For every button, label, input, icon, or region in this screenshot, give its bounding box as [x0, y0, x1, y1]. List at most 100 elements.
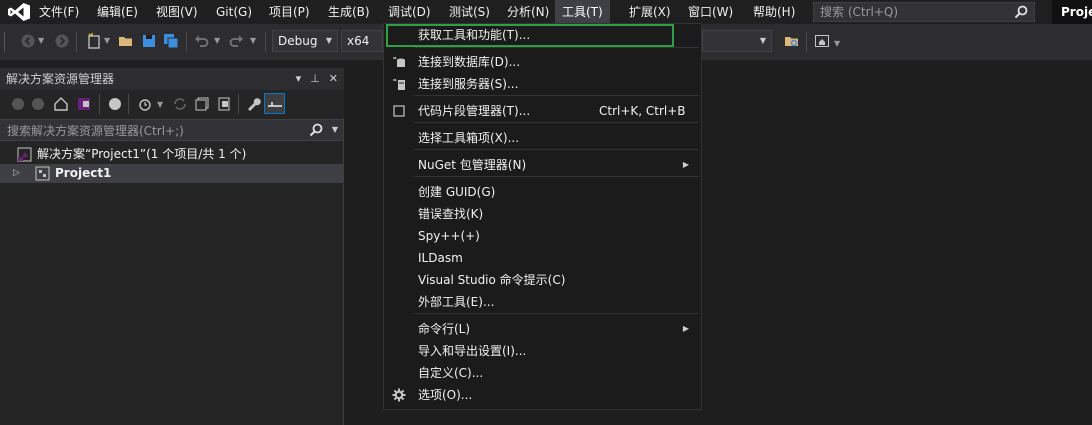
tools-menu-item-15[interactable]: 选项(O)... — [384, 384, 701, 406]
tools-menu-item-11[interactable]: 外部工具(E)... — [384, 291, 701, 313]
menu-item-7[interactable]: 测试(S) — [442, 0, 497, 24]
solution-explorer-toolbar: ▼ — [0, 90, 344, 118]
gear-icon — [392, 388, 406, 402]
search-box[interactable]: 搜索 (Ctrl+Q) — [813, 2, 1035, 22]
menu-separator — [414, 176, 699, 177]
menu-separator — [414, 95, 699, 96]
expand-arrow-icon[interactable]: ▷ — [13, 164, 20, 183]
tools-menu-item-7[interactable]: 错误查找(K) — [384, 203, 701, 225]
find-in-files-icon[interactable] — [784, 33, 800, 49]
menu-item-3[interactable]: Git(G) — [209, 0, 259, 24]
menu-item-9[interactable]: 工具(T) — [555, 0, 610, 24]
save-icon[interactable] — [141, 33, 157, 49]
tools-menu-item-2[interactable]: 连接到服务器(S)... — [384, 73, 701, 95]
tools-menu-item-9[interactable]: ILDasm — [384, 247, 701, 269]
redo-caret[interactable]: ▼ — [250, 36, 256, 45]
solution-platform-dropdown[interactable]: x64 — [341, 30, 383, 52]
submenu-arrow-icon: ▶ — [682, 160, 689, 169]
solution-configuration-dropdown[interactable]: Debug ▼ — [272, 30, 338, 52]
project-label: Project1 — [55, 166, 112, 180]
solution-explorer-search[interactable]: 搜索解决方案资源管理器(Ctrl+;) ▼ — [0, 119, 343, 141]
platform-value: x64 — [347, 34, 370, 48]
menu-item-6[interactable]: 调试(D) — [381, 0, 438, 24]
tree-row-solution[interactable]: 解决方案“Project1”(1 个项目/共 1 个) — [0, 145, 343, 164]
tools-menu-item-6[interactable]: 创建 GUID(G) — [384, 181, 701, 203]
tools-menu-item-12[interactable]: 命令行(L) ▶ — [384, 318, 701, 340]
tools-menu-item-8[interactable]: Spy++(+) — [384, 225, 701, 247]
redo-icon[interactable] — [228, 33, 244, 49]
search-icon[interactable] — [309, 123, 323, 137]
search-icon — [1014, 5, 1028, 19]
tools-menu-item-3[interactable]: 代码片段管理器(T)... Ctrl+K, Ctrl+B — [384, 100, 701, 122]
toolbar-separator — [99, 94, 100, 114]
startup-item-dropdown[interactable]: ▼ — [702, 30, 772, 52]
tools-menu-item-13[interactable]: 导入和导出设置(I)... — [384, 340, 701, 362]
menu-item-label: ILDasm — [418, 251, 463, 265]
solution-label: 解决方案“Project1”(1 个项目/共 1 个) — [37, 147, 247, 161]
navigate-back-icon[interactable] — [20, 33, 36, 49]
undo-icon[interactable] — [194, 33, 210, 49]
tools-menu-item-1[interactable]: 连接到数据库(D)... — [384, 51, 701, 73]
visual-studio-logo-icon[interactable] — [8, 3, 30, 21]
properties-wrench-icon[interactable] — [245, 96, 261, 112]
solution-explorer-titlebar[interactable]: 解决方案资源管理器 ▾ ⊥ ✕ — [0, 68, 344, 90]
auto-hide-pin-icon[interactable]: ⊥ — [310, 68, 320, 90]
undo-caret[interactable]: ▼ — [214, 36, 220, 45]
cpp-project-icon — [35, 166, 50, 181]
search-placeholder: 搜索解决方案资源管理器(Ctrl+;) — [7, 124, 184, 138]
pending-changes-filter-icon[interactable] — [137, 96, 153, 112]
save-all-icon[interactable] — [163, 33, 179, 49]
show-all-files-icon[interactable] — [216, 96, 232, 112]
window-position-dropdown-icon[interactable]: ▾ — [296, 68, 302, 90]
tree-row-project[interactable]: ▷ Project1 — [0, 164, 343, 183]
back-dropdown-caret[interactable]: ▼ — [38, 36, 44, 45]
menu-item-label: Spy++(+) — [418, 229, 480, 243]
open-folder-icon[interactable] — [118, 33, 134, 49]
menu-item-5[interactable]: 生成(B) — [321, 0, 377, 24]
preview-selected-items-button[interactable] — [264, 93, 285, 114]
show-all-files-globe-icon[interactable] — [107, 96, 123, 112]
menu-item-1[interactable]: 编辑(E) — [90, 0, 145, 24]
home-icon[interactable] — [53, 96, 69, 112]
menu-item-10[interactable]: 扩展(X) — [622, 0, 678, 24]
project-name-badge[interactable]: Proje — [1052, 0, 1092, 24]
menu-item-12[interactable]: 帮助(H) — [746, 0, 802, 24]
menu-item-4[interactable]: 项目(P) — [262, 0, 317, 24]
menu-item-label: NuGet 包管理器(N) — [418, 158, 527, 172]
menu-item-2[interactable]: 视图(V) — [149, 0, 205, 24]
database-connect-icon — [393, 56, 405, 67]
menu-item-label: 外部工具(E)... — [418, 295, 495, 309]
close-icon[interactable]: ✕ — [329, 68, 338, 90]
tools-menu-item-5[interactable]: NuGet 包管理器(N) ▶ — [384, 154, 701, 176]
back-icon[interactable] — [10, 96, 26, 112]
collapse-all-icon[interactable] — [194, 96, 210, 112]
toolbar-separator — [238, 94, 239, 114]
navigate-forward-icon[interactable] — [54, 33, 70, 49]
filter-dropdown-caret[interactable]: ▼ — [157, 100, 163, 109]
home-window-icon[interactable] — [814, 33, 830, 49]
forward-icon[interactable] — [30, 96, 46, 112]
search-options-caret[interactable]: ▼ — [332, 125, 338, 134]
menu-item-label: 连接到数据库(D)... — [418, 55, 521, 69]
menu-item-0[interactable]: 文件(F) — [32, 0, 86, 24]
sync-refresh-icon[interactable] — [172, 96, 188, 112]
toolbar-separator — [265, 32, 266, 52]
menu-item-label: Visual Studio 命令提示(C) — [418, 273, 566, 287]
menu-item-label: 连接到服务器(S)... — [418, 77, 519, 91]
chevron-down-icon: ▼ — [759, 36, 766, 45]
tools-menu-item-14[interactable]: 自定义(C)... — [384, 362, 701, 384]
new-item-caret[interactable]: ▼ — [104, 36, 110, 45]
tools-menu-item-0[interactable]: 获取工具和功能(T)... — [384, 24, 701, 46]
toolbar-overflow-caret[interactable]: ▼ — [834, 39, 840, 48]
new-item-icon[interactable] — [86, 33, 102, 49]
submenu-arrow-icon: ▶ — [682, 324, 689, 333]
menu-separator — [414, 313, 699, 314]
menu-item-label: 导入和导出设置(I)... — [418, 344, 527, 358]
toolbar-grip[interactable] — [4, 32, 5, 52]
tools-menu-item-10[interactable]: Visual Studio 命令提示(C) — [384, 269, 701, 291]
menu-item-8[interactable]: 分析(N) — [500, 0, 556, 24]
menu-item-11[interactable]: 窗口(W) — [681, 0, 740, 24]
tools-menu-item-4[interactable]: 选择工具箱项(X)... — [384, 127, 701, 149]
menu-item-label: 错误查找(K) — [418, 207, 484, 221]
switch-views-icon[interactable] — [76, 96, 92, 112]
